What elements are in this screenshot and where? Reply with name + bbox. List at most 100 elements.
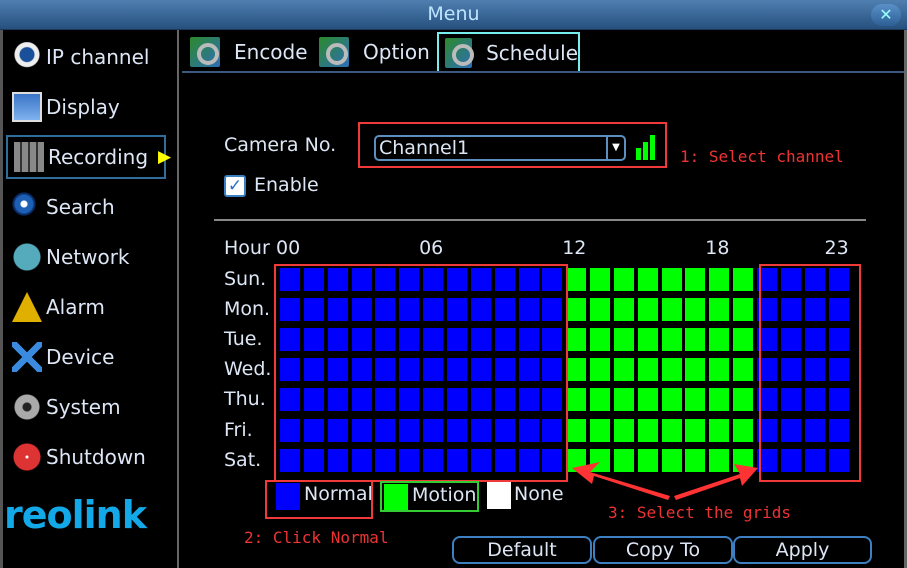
schedule-cell[interactable]	[685, 328, 706, 352]
tab-label: Schedule	[486, 41, 578, 65]
schedule-cell[interactable]	[590, 268, 611, 291]
schedule-cell[interactable]	[566, 388, 587, 412]
apply-button[interactable]: Apply	[733, 536, 872, 564]
schedule-cell[interactable]	[613, 358, 634, 382]
sidebar-item-shutdown[interactable]: Shutdown	[6, 435, 166, 479]
tools-icon	[12, 342, 42, 372]
schedule-cell[interactable]	[613, 268, 634, 291]
schedule-cell[interactable]	[590, 298, 611, 322]
schedule-cell[interactable]	[590, 328, 611, 352]
schedule-cell[interactable]	[566, 268, 587, 291]
tab-option[interactable]: Option	[313, 32, 437, 72]
legend-none-label[interactable]: None	[514, 483, 564, 505]
sidebar-item-label: Shutdown	[46, 445, 146, 469]
sidebar-item-label: System	[46, 395, 121, 419]
sidebar-item-network[interactable]: Network	[6, 235, 166, 279]
schedule-cell[interactable]	[685, 268, 706, 291]
schedule-cell[interactable]	[566, 418, 587, 442]
sidebar-item-ip-channel[interactable]: IP channel	[6, 35, 166, 79]
tab-label: Option	[363, 40, 430, 64]
schedule-cell[interactable]	[685, 358, 706, 382]
schedule-cell[interactable]	[733, 268, 754, 291]
schedule-cell[interactable]	[661, 418, 682, 442]
schedule-cell[interactable]	[661, 358, 682, 382]
annotation-step3: 3: Select the grids	[608, 503, 792, 522]
hour-tick: 00	[276, 237, 301, 259]
annotation-step1: 1: Select channel	[680, 147, 844, 166]
highlight-box-normal-grids	[274, 264, 568, 482]
camera-no-label: Camera No.	[224, 134, 337, 156]
schedule-cell[interactable]	[733, 298, 754, 322]
schedule-cell[interactable]	[733, 328, 754, 352]
sidebar-item-label: Network	[46, 245, 130, 269]
schedule-cell[interactable]	[709, 298, 730, 322]
schedule-cell[interactable]	[613, 298, 634, 322]
hour-tick: 06	[419, 237, 444, 259]
sidebar-item-search[interactable]: Search	[6, 185, 166, 229]
schedule-cell[interactable]	[685, 388, 706, 412]
power-icon	[12, 442, 42, 472]
schedule-cell[interactable]	[661, 388, 682, 412]
close-icon[interactable]: ✕	[871, 4, 901, 26]
schedule-cell[interactable]	[661, 268, 682, 291]
gear-icon	[12, 392, 42, 422]
schedule-cell[interactable]	[709, 418, 730, 442]
annotation-arrows	[572, 462, 758, 500]
schedule-cell[interactable]	[637, 328, 658, 352]
sidebar-item-alarm[interactable]: Alarm	[6, 285, 166, 329]
chevron-down-icon[interactable]: ▼	[606, 137, 624, 159]
sidebar-item-label: Search	[46, 195, 115, 219]
schedule-cell[interactable]	[709, 388, 730, 412]
schedule-cell[interactable]	[590, 388, 611, 412]
schedule-cell[interactable]	[709, 268, 730, 291]
schedule-cell[interactable]	[613, 328, 634, 352]
window-title: Menu	[427, 3, 480, 25]
schedule-cell[interactable]	[661, 328, 682, 352]
sidebar-item-recording[interactable]: Recording ▶	[6, 135, 171, 179]
schedule-cell[interactable]	[613, 418, 634, 442]
tab-schedule[interactable]: Schedule	[437, 32, 580, 72]
schedule-cell[interactable]	[613, 388, 634, 412]
schedule-cell[interactable]	[709, 358, 730, 382]
annotation-step2: 2: Click Normal	[244, 528, 389, 547]
legend-normal-label[interactable]: Normal	[304, 483, 373, 505]
schedule-cell[interactable]	[733, 358, 754, 382]
schedule-cell[interactable]	[637, 358, 658, 382]
tab-encode[interactable]: Encode	[184, 32, 310, 72]
sidebar-item-device[interactable]: Device	[6, 335, 166, 379]
camera-select[interactable]: Channel1 ▼	[374, 135, 626, 161]
enable-checkbox[interactable]: ✓	[224, 175, 246, 197]
highlight-box-late-grids	[759, 264, 861, 482]
schedule-cell[interactable]	[685, 418, 706, 442]
schedule-cell[interactable]	[566, 358, 587, 382]
schedule-cell[interactable]	[733, 418, 754, 442]
schedule-cell[interactable]	[590, 418, 611, 442]
schedule-cell[interactable]	[637, 418, 658, 442]
webcam-icon	[12, 42, 42, 72]
legend-normal-swatch[interactable]	[276, 483, 300, 510]
schedule-cell[interactable]	[637, 268, 658, 291]
schedule-cell[interactable]	[566, 298, 587, 322]
schedule-cell[interactable]	[590, 358, 611, 382]
enable-label: Enable	[254, 174, 319, 196]
sidebar-item-display[interactable]: Display	[6, 85, 166, 129]
hour-tick: 12	[562, 237, 587, 259]
sidebar-divider	[177, 30, 179, 568]
reolink-logo: reolink	[4, 493, 147, 537]
schedule-cell[interactable]	[566, 328, 587, 352]
tab-underline	[182, 71, 904, 73]
copy-to-button[interactable]: Copy To	[593, 536, 733, 564]
magnifier-icon	[12, 192, 42, 222]
camera-select-value: Channel1	[379, 137, 470, 159]
tab-label: Encode	[234, 40, 308, 64]
schedule-cell[interactable]	[685, 298, 706, 322]
schedule-cell[interactable]	[709, 328, 730, 352]
schedule-cell[interactable]	[637, 298, 658, 322]
sidebar-item-system[interactable]: System	[6, 385, 166, 429]
schedule-cell[interactable]	[733, 388, 754, 412]
schedule-cell[interactable]	[637, 388, 658, 412]
default-button[interactable]: Default	[452, 536, 592, 564]
schedule-cell[interactable]	[661, 298, 682, 322]
legend-none-swatch[interactable]	[487, 482, 511, 509]
legend-motion[interactable]: Motion	[380, 481, 479, 512]
